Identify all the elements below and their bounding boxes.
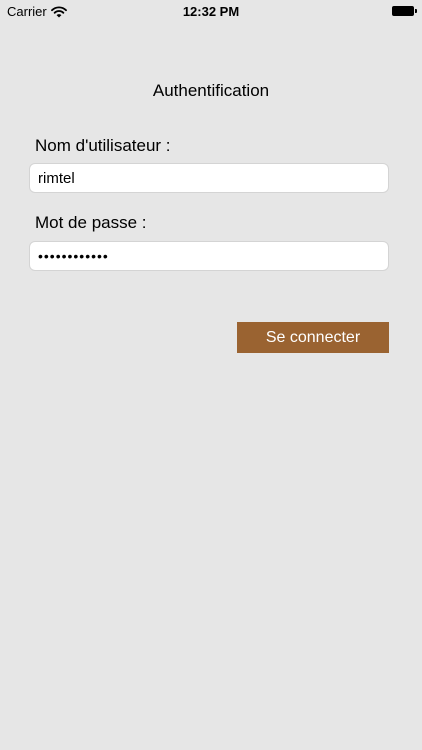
- username-input[interactable]: [29, 163, 389, 193]
- connect-button[interactable]: Se connecter: [237, 322, 389, 353]
- status-time: 12:32 PM: [182, 4, 240, 19]
- username-label: Nom d'utilisateur :: [35, 136, 171, 155]
- battery-full-icon: [392, 6, 417, 16]
- password-label: Mot de passe :: [35, 213, 147, 232]
- status-bar: Carrier 12:32 PM: [0, 0, 422, 22]
- page-title: Authentification: [152, 81, 270, 100]
- password-input[interactable]: [29, 241, 389, 271]
